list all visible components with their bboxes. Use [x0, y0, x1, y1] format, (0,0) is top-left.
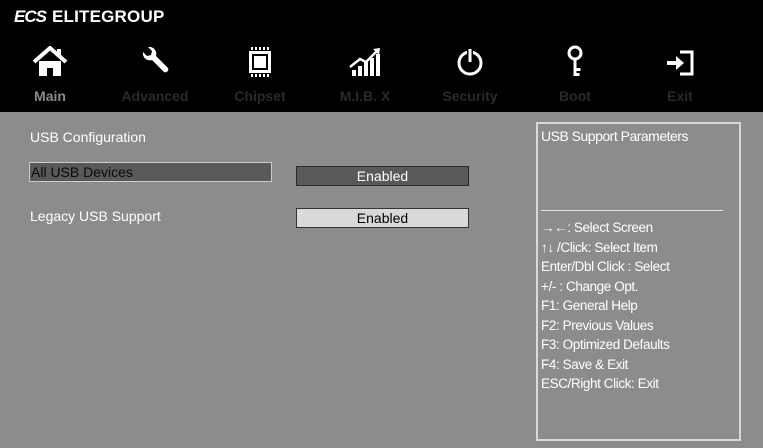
help-key-line: +/- : Change Opt. — [541, 278, 639, 294]
tab-exit[interactable]: Exit — [630, 40, 730, 112]
help-title: USB Support Parameters — [541, 128, 688, 144]
help-panel: USB Support Parameters →←: Select Screen… — [536, 122, 741, 441]
top-bar: ECS ELITEGROUP Main Advanced Chipset M.I… — [0, 0, 763, 112]
option-all-usb-devices-value[interactable]: Enabled — [296, 166, 469, 186]
exit-icon — [667, 50, 694, 76]
section-title: USB Configuration — [30, 129, 146, 145]
main-panel: USB Configuration All USB Devices Enable… — [0, 112, 763, 448]
help-key-line: F2: Previous Values — [541, 317, 654, 333]
chip-icon — [249, 47, 271, 77]
home-icon — [32, 46, 68, 76]
tab-advanced[interactable]: Advanced — [105, 40, 205, 112]
option-legacy-usb-support[interactable]: Legacy USB Support — [29, 206, 272, 226]
tab-boot-label: Boot — [559, 88, 591, 104]
tab-main[interactable]: Main — [0, 40, 100, 112]
help-key-line: F4: Save & Exit — [541, 356, 629, 372]
tab-mibx[interactable]: M.I.B. X — [315, 40, 415, 112]
ecs-logo: ECS — [14, 7, 47, 26]
help-key-line: F3: Optimized Defaults — [541, 337, 670, 352]
help-key-line: F1: General Help — [541, 298, 638, 313]
tab-chipset[interactable]: Chipset — [210, 40, 310, 112]
brand-name: ELITEGROUP — [51, 7, 165, 26]
brand-logo: ECS ELITEGROUP — [14, 6, 164, 28]
tab-main-label: Main — [34, 88, 66, 104]
wrench-icon — [142, 46, 169, 73]
tab-advanced-label: Advanced — [121, 88, 189, 104]
tab-mibx-label: M.I.B. X — [339, 88, 391, 104]
help-key-line: Enter/Dbl Click : Select — [541, 259, 670, 274]
tab-chipset-label: Chipset — [234, 88, 286, 104]
help-key-list: →←: Select Screen ↑↓ /Click: Select Item… — [541, 218, 670, 394]
help-key-line: ESC/Right Click: Exit — [541, 376, 659, 391]
help-key-line: ↑↓ /Click: Select Item — [541, 239, 658, 255]
option-all-usb-devices[interactable]: All USB Devices — [29, 162, 272, 182]
option-legacy-usb-support-value[interactable]: Enabled — [296, 208, 469, 228]
help-divider — [541, 210, 723, 211]
tab-boot[interactable]: Boot — [525, 40, 625, 112]
tab-security-label: Security — [442, 88, 498, 104]
tab-security[interactable]: Security — [420, 40, 520, 112]
tab-exit-label: Exit — [667, 88, 693, 104]
help-key-line: →←: Select Screen — [541, 220, 653, 235]
key-icon — [567, 45, 583, 76]
performance-chart-icon — [349, 48, 380, 76]
power-icon — [457, 48, 483, 76]
